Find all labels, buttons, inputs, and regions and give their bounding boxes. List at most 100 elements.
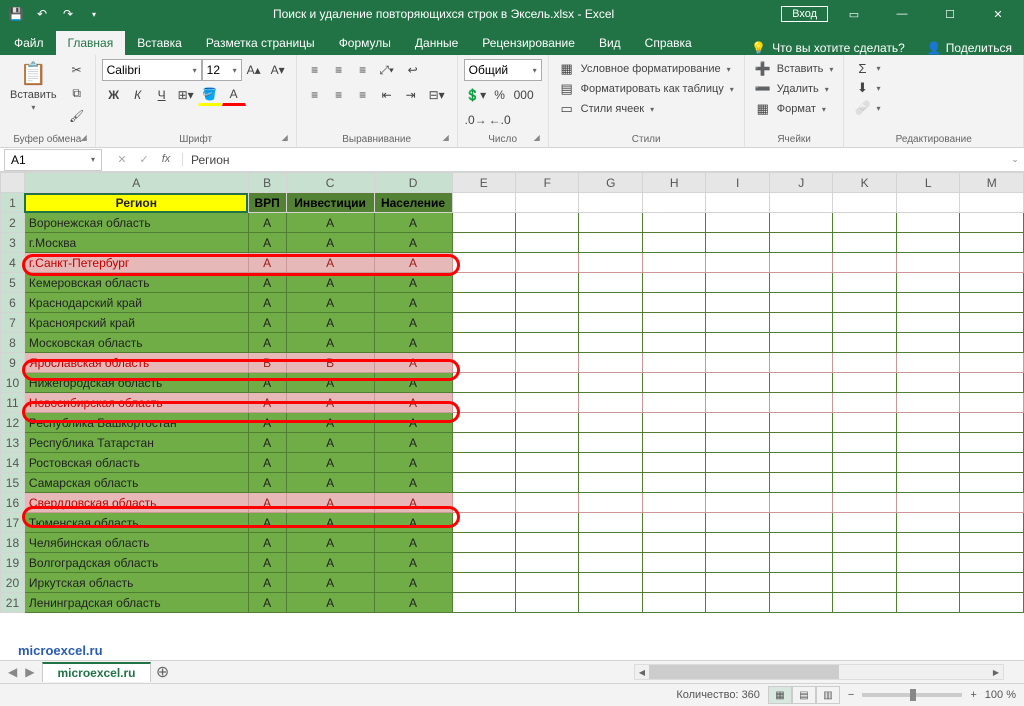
cell[interactable]: A bbox=[286, 333, 374, 353]
cell[interactable]: A bbox=[248, 473, 286, 493]
column-header-H[interactable]: H bbox=[642, 173, 705, 193]
cell[interactable]: A bbox=[248, 493, 286, 513]
cell[interactable] bbox=[896, 333, 959, 353]
tell-me-search[interactable]: 💡Что вы хотите сделать? bbox=[741, 41, 915, 55]
view-normal-icon[interactable]: ▦ bbox=[768, 686, 792, 704]
cell[interactable]: A bbox=[248, 313, 286, 333]
cell[interactable] bbox=[896, 193, 959, 213]
font-name-combo[interactable]: Calibri▾ bbox=[102, 59, 202, 81]
cell[interactable] bbox=[896, 393, 959, 413]
cell[interactable] bbox=[579, 433, 643, 453]
font-launcher-icon[interactable]: ◢ bbox=[282, 133, 294, 145]
tab-insert[interactable]: Вставка bbox=[125, 31, 194, 55]
row-header-9[interactable]: 9 bbox=[1, 353, 25, 373]
cell[interactable] bbox=[579, 233, 643, 253]
cell[interactable] bbox=[896, 533, 959, 553]
cell[interactable]: г.Санкт-Петербург bbox=[24, 253, 248, 273]
cell[interactable] bbox=[706, 213, 769, 233]
cell[interactable] bbox=[960, 433, 1024, 453]
row-header-2[interactable]: 2 bbox=[1, 213, 25, 233]
cell[interactable] bbox=[896, 213, 959, 233]
cell[interactable]: A bbox=[286, 313, 374, 333]
column-header-B[interactable]: B bbox=[248, 173, 286, 193]
row-header-3[interactable]: 3 bbox=[1, 233, 25, 253]
cut-icon[interactable]: ✂ bbox=[65, 59, 89, 81]
cell[interactable]: B bbox=[248, 353, 286, 373]
cell[interactable] bbox=[769, 253, 832, 273]
cell[interactable] bbox=[452, 573, 515, 593]
cell[interactable] bbox=[642, 313, 705, 333]
merge-icon[interactable]: ⊟▾ bbox=[423, 84, 451, 106]
cell[interactable] bbox=[516, 333, 579, 353]
cell[interactable]: A bbox=[286, 453, 374, 473]
scroll-left-icon[interactable]: ◀ bbox=[635, 668, 649, 677]
cell[interactable] bbox=[642, 433, 705, 453]
cell[interactable] bbox=[452, 473, 515, 493]
cell[interactable]: A bbox=[286, 553, 374, 573]
cell[interactable]: Новосибирская область bbox=[24, 393, 248, 413]
cell[interactable]: A bbox=[286, 273, 374, 293]
row-header-6[interactable]: 6 bbox=[1, 293, 25, 313]
cell[interactable] bbox=[769, 333, 832, 353]
bold-button[interactable]: Ж bbox=[102, 84, 126, 106]
increase-indent-icon[interactable]: ⇥ bbox=[399, 84, 423, 106]
cell[interactable] bbox=[706, 493, 769, 513]
scroll-right-icon[interactable]: ▶ bbox=[989, 668, 1003, 677]
cell[interactable]: A bbox=[374, 553, 452, 573]
align-middle-icon[interactable]: ≡ bbox=[327, 59, 351, 81]
cell[interactable] bbox=[516, 473, 579, 493]
cell[interactable]: A bbox=[374, 213, 452, 233]
delete-cells-button[interactable]: ➖Удалить▾ bbox=[751, 79, 833, 99]
cell[interactable] bbox=[706, 233, 769, 253]
name-box[interactable]: A1▾ bbox=[4, 149, 102, 171]
tab-file[interactable]: Файл bbox=[2, 31, 56, 55]
cell[interactable]: A bbox=[374, 593, 452, 613]
cell[interactable] bbox=[833, 193, 896, 213]
cell[interactable] bbox=[769, 513, 832, 533]
cell[interactable] bbox=[579, 473, 643, 493]
cell[interactable] bbox=[642, 193, 705, 213]
decrease-decimal-icon[interactable]: ←.0 bbox=[488, 109, 512, 131]
cell[interactable] bbox=[833, 413, 896, 433]
row-header-12[interactable]: 12 bbox=[1, 413, 25, 433]
cell[interactable] bbox=[579, 493, 643, 513]
tab-data[interactable]: Данные bbox=[403, 31, 470, 55]
cell[interactable] bbox=[706, 413, 769, 433]
copy-icon[interactable]: ⧉ bbox=[65, 82, 89, 104]
tab-view[interactable]: Вид bbox=[587, 31, 633, 55]
cell[interactable] bbox=[642, 493, 705, 513]
cell[interactable]: A bbox=[286, 593, 374, 613]
cell[interactable] bbox=[896, 473, 959, 493]
cell[interactable] bbox=[769, 433, 832, 453]
cell[interactable]: A bbox=[374, 513, 452, 533]
cell[interactable] bbox=[516, 393, 579, 413]
cell[interactable]: Московская область bbox=[24, 333, 248, 353]
currency-icon[interactable]: 💲▾ bbox=[464, 84, 488, 106]
align-center-icon[interactable]: ≡ bbox=[327, 84, 351, 106]
cell[interactable] bbox=[706, 353, 769, 373]
row-header-8[interactable]: 8 bbox=[1, 333, 25, 353]
row-header-21[interactable]: 21 bbox=[1, 593, 25, 613]
cell[interactable] bbox=[833, 373, 896, 393]
cell[interactable]: A bbox=[374, 473, 452, 493]
cell[interactable] bbox=[516, 593, 579, 613]
cell[interactable] bbox=[706, 273, 769, 293]
cell[interactable] bbox=[896, 353, 959, 373]
cell[interactable] bbox=[896, 553, 959, 573]
cell[interactable] bbox=[642, 473, 705, 493]
row-header-16[interactable]: 16 bbox=[1, 493, 25, 513]
zoom-in-icon[interactable]: + bbox=[970, 689, 976, 701]
row-header-19[interactable]: 19 bbox=[1, 553, 25, 573]
cell[interactable]: A bbox=[286, 473, 374, 493]
cell[interactable] bbox=[516, 293, 579, 313]
column-header-D[interactable]: D bbox=[374, 173, 452, 193]
fill-color-icon[interactable]: 🪣 bbox=[198, 84, 222, 106]
cell[interactable]: Красноярский край bbox=[24, 313, 248, 333]
cell[interactable] bbox=[960, 473, 1024, 493]
cell[interactable]: A bbox=[286, 393, 374, 413]
border-icon[interactable]: ⊞▾ bbox=[174, 84, 198, 106]
row-header-20[interactable]: 20 bbox=[1, 573, 25, 593]
cell[interactable] bbox=[960, 533, 1024, 553]
cell[interactable]: A bbox=[248, 453, 286, 473]
cell[interactable] bbox=[452, 593, 515, 613]
